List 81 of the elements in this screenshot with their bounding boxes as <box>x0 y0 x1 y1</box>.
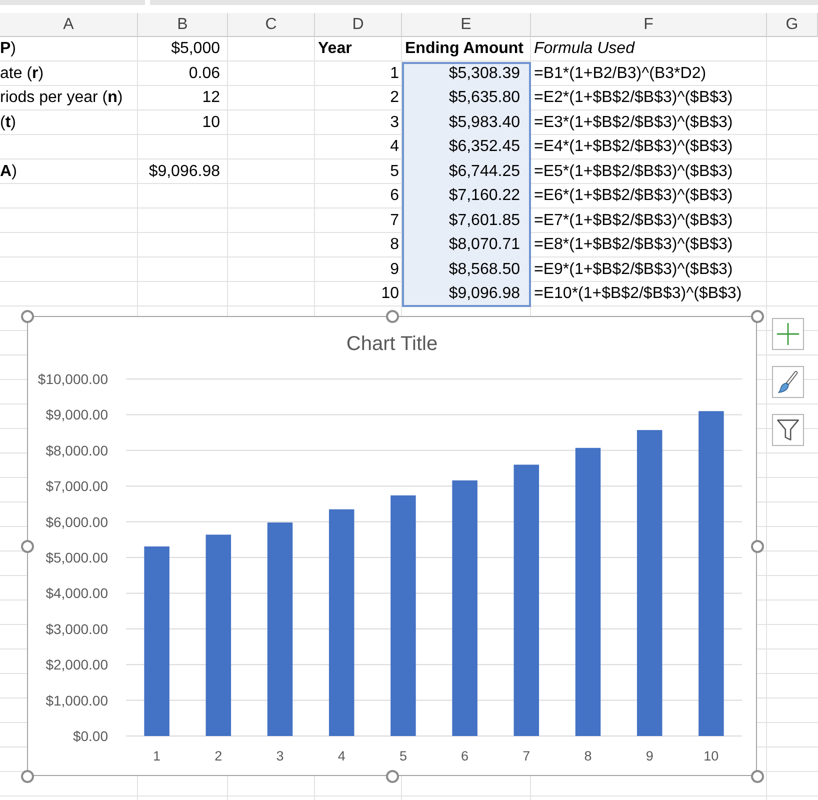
chart-styles-button[interactable] <box>772 366 804 398</box>
column-header[interactable]: G <box>767 13 818 37</box>
sheet-cell[interactable]: Year <box>315 37 402 62</box>
axis-label: 10 <box>704 748 719 764</box>
sheet-cell[interactable]: =B1*(1+B2/B3)^(B3*D2) <box>531 62 767 86</box>
axis-label: $8,000.00 <box>46 442 108 458</box>
sheet-cell[interactable]: =E4*(1+$B$2/$B$3)^($B$3) <box>531 135 767 160</box>
sheet-cell[interactable]: 1 <box>315 62 402 86</box>
sheet-cell[interactable]: $5,983.40 <box>402 110 531 135</box>
sheet-cell[interactable]: =E6*(1+$B$2/$B$3)^($B$3) <box>531 184 767 208</box>
sheet-cell[interactable]: $7,601.85 <box>402 208 531 233</box>
axis-label: 2 <box>214 748 222 764</box>
sheet-cell[interactable]: $9,096.98 <box>138 160 228 184</box>
sheet-cell[interactable]: $6,352.45 <box>402 135 531 160</box>
axis-label: 5 <box>399 748 407 764</box>
axis-label: $7,000.00 <box>46 478 108 494</box>
column-header[interactable]: B <box>138 13 228 37</box>
sheet-cell[interactable]: 4 <box>315 135 402 160</box>
sheet-cell[interactable]: Ending Amount <box>402 37 531 62</box>
sheet-cell[interactable]: riods per year (n) <box>0 86 138 110</box>
sheet-cell[interactable]: =E2*(1+$B$2/$B$3)^($B$3) <box>531 86 767 110</box>
column-header[interactable]: F <box>531 13 767 37</box>
sheet-cell[interactable]: 8 <box>315 233 402 258</box>
axis-label: $1,000.00 <box>46 692 108 708</box>
axis-label: $2,000.00 <box>46 656 108 673</box>
sheet-cell[interactable]: =E8*(1+$B$2/$B$3)^($B$3) <box>531 233 767 258</box>
axis-label: $10,000.00 <box>38 371 108 387</box>
column-header[interactable]: D <box>315 13 402 37</box>
plus-icon <box>777 323 799 345</box>
sheet-cell[interactable]: 10 <box>315 282 402 306</box>
sheet-cell[interactable]: 9 <box>315 258 402 282</box>
sheet-cell[interactable]: 0.06 <box>138 62 228 86</box>
column-header[interactable]: A <box>0 13 138 37</box>
sheet-cell[interactable]: 2 <box>315 86 402 110</box>
sheet-cell[interactable]: $8,568.50 <box>402 258 531 282</box>
axis-label: 4 <box>338 748 346 764</box>
sheet-cell[interactable]: $6,744.25 <box>402 160 531 184</box>
axis-label: $3,000.00 <box>46 620 108 637</box>
sheet-cell[interactable]: $5,308.39 <box>402 62 531 86</box>
axis-label: 8 <box>584 748 592 764</box>
column-header[interactable]: C <box>228 13 315 37</box>
axis-label: $4,000.00 <box>46 585 108 602</box>
axis-label: 1 <box>153 748 161 764</box>
axis-label: $9,000.00 <box>46 406 108 423</box>
sheet-cell[interactable]: $8,070.71 <box>402 233 531 258</box>
sheet-cell[interactable]: 5 <box>315 160 402 184</box>
sheet-cell[interactable]: 6 <box>315 184 402 208</box>
sheet-cell[interactable]: =E7*(1+$B$2/$B$3)^($B$3) <box>531 208 767 233</box>
filter-icon <box>777 419 799 441</box>
axis-label: $0.00 <box>72 728 108 744</box>
sheet-cell[interactable]: $5,635.80 <box>402 86 531 110</box>
paintbrush-icon <box>778 371 798 393</box>
sheet-cell[interactable]: A) <box>0 160 138 184</box>
chart-filters-button[interactable] <box>772 414 804 446</box>
axis-label: $5,000.00 <box>46 550 108 566</box>
axis-label: 9 <box>646 748 654 764</box>
sheet-cell[interactable]: $7,160.22 <box>402 184 531 208</box>
axis-label: $6,000.00 <box>46 514 108 530</box>
sheet-cell[interactable]: P) <box>0 37 138 62</box>
column-header[interactable]: E <box>402 13 531 37</box>
axis-label: 6 <box>461 748 469 764</box>
sheet-cell[interactable]: =E3*(1+$B$2/$B$3)^($B$3) <box>531 110 767 135</box>
sheet-cell[interactable]: ate (r) <box>0 62 138 86</box>
sheet-cell[interactable]: Formula Used <box>531 37 767 62</box>
sheet-cell[interactable]: 3 <box>315 110 402 135</box>
chart-frame[interactable]: Chart Title $0.00 $1,000.00 $2,000.00 $3,000.00 $4,000.00 $5,000.00 $6,000.00 $7,000.00 $8,000.00 $9,000.00 $10,000.00 1 2 3 4 5 6 7 8 9 10 <box>27 316 757 776</box>
chart-elements-button[interactable] <box>772 318 804 350</box>
sheet-cell[interactable]: $9,096.98 <box>402 282 531 306</box>
name-box-field[interactable] <box>0 0 145 5</box>
axis-label: 3 <box>276 748 284 764</box>
sheet-cell[interactable]: =E9*(1+$B$2/$B$3)^($B$3) <box>531 258 767 282</box>
sheet-cell[interactable]: =E10*(1+$B$2/$B$3)^($B$3) <box>531 282 767 306</box>
sheet-cell[interactable]: 10 <box>138 110 228 135</box>
chart-title: Chart Title <box>346 333 438 355</box>
sheet-cell[interactable]: 12 <box>138 86 228 110</box>
sheet-cell[interactable]: $5,000 <box>138 37 228 62</box>
formula-bar-field[interactable] <box>150 0 818 5</box>
axis-label: 7 <box>522 748 530 764</box>
sheet-cell[interactable]: =E5*(1+$B$2/$B$3)^($B$3) <box>531 160 767 184</box>
sheet-cell[interactable]: 7 <box>315 208 402 233</box>
sheet-cell[interactable]: (t) <box>0 110 138 135</box>
